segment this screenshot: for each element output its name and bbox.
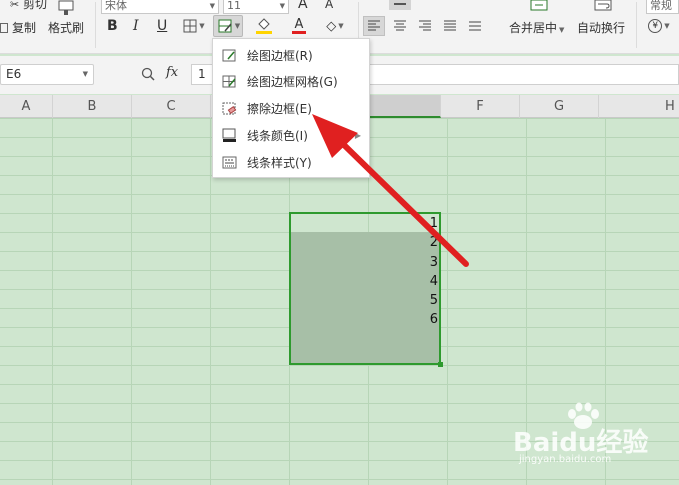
watermark-url: jingyan.baidu.com (519, 454, 612, 465)
spreadsheet-window: { "toolbar": { "cut_label": "剪切", "copy_… (0, 0, 679, 485)
